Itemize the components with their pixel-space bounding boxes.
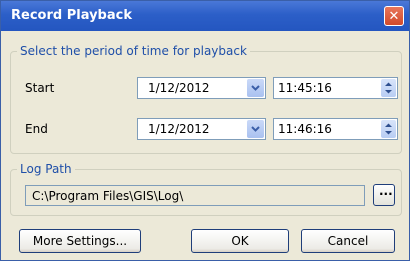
close-icon: ✕ (388, 8, 400, 24)
spin-arrows-icon (385, 123, 392, 135)
more-settings-button[interactable]: More Settings... (19, 229, 141, 253)
record-playback-dialog: Record Playback ✕ Select the period of t… (0, 0, 410, 261)
chevron-down-icon (251, 126, 260, 132)
window-title: Record Playback (11, 8, 132, 23)
spin-arrows-icon (385, 82, 392, 94)
start-time-value: 11:45:16 (278, 81, 332, 95)
end-date-dropdown[interactable] (247, 120, 264, 138)
title-bar[interactable]: Record Playback ✕ (1, 1, 409, 31)
end-date-value: 1/12/2012 (148, 122, 210, 136)
cancel-label: Cancel (327, 234, 369, 248)
end-time-value: 11:46:16 (278, 122, 332, 136)
browse-label: ... (379, 184, 393, 198)
end-label: End (25, 122, 48, 136)
start-date-dropdown[interactable] (247, 79, 264, 97)
log-path-value: C:\Program Files\GIS\Log\ (32, 189, 184, 203)
start-label: Start (25, 81, 55, 95)
end-date-select[interactable]: 1/12/2012 (137, 118, 266, 140)
ok-label: OK (231, 234, 249, 248)
period-legend: Select the period of time for playback (17, 44, 250, 58)
close-button[interactable]: ✕ (384, 6, 404, 26)
more-settings-label: More Settings... (32, 234, 128, 248)
start-date-select[interactable]: 1/12/2012 (137, 77, 266, 99)
log-path-legend: Log Path (17, 162, 75, 176)
start-time-input[interactable]: 11:45:16 (273, 77, 398, 99)
chevron-down-icon (251, 85, 260, 91)
log-path-field[interactable]: C:\Program Files\GIS\Log\ (25, 185, 365, 206)
end-time-input[interactable]: 11:46:16 (273, 118, 398, 140)
ok-button[interactable]: OK (191, 229, 289, 253)
start-time-spinner[interactable] (381, 79, 396, 97)
cancel-button[interactable]: Cancel (301, 229, 395, 253)
end-time-spinner[interactable] (381, 120, 396, 138)
start-date-value: 1/12/2012 (148, 81, 210, 95)
browse-button[interactable]: ... (373, 184, 395, 206)
